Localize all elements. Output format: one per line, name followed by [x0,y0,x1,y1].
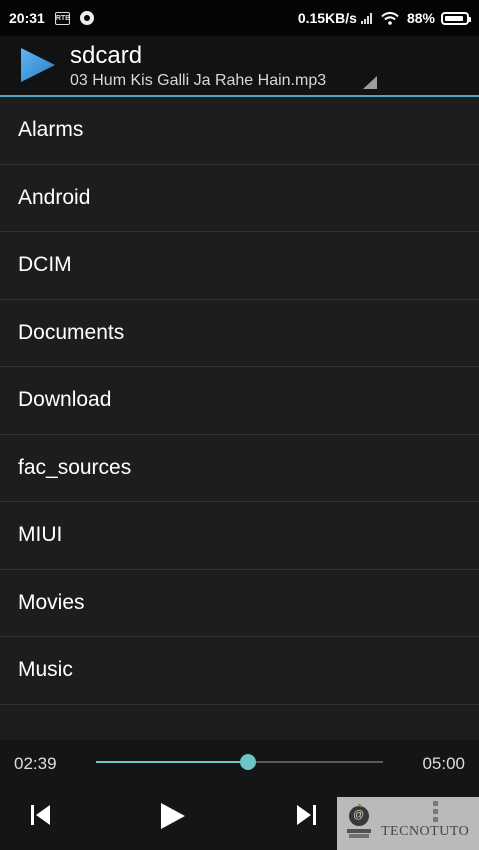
time-elapsed: 02:39 [14,754,57,773]
folder-item-fac-sources[interactable]: fac_sources [0,435,479,502]
battery-icon [441,11,471,25]
status-time: 20:31 [9,10,45,26]
folder-item-miui[interactable]: MIUI [0,502,479,570]
app-header: sdcard 03 Hum Kis Galli Ja Rahe Hain.mp3 [0,36,479,97]
folder-item-movies[interactable]: Movies [0,570,479,637]
battery-percent: 88% [406,10,435,26]
logo-at-sign: @ [353,809,365,821]
folder-item-documents[interactable]: Documents [0,300,479,367]
folder-item-dcim[interactable]: DCIM [0,232,479,300]
screen: 20:31 RTB 0.15KB/s 88% sdcard 03 Hum Kis… [0,0,479,850]
aperture-icon [79,11,94,25]
time-total: 05:00 [422,754,465,773]
play-icon[interactable] [160,802,186,830]
wifi-icon [381,11,399,25]
sim-icon: RTB [54,11,70,25]
now-playing-track[interactable]: 03 Hum Kis Galli Ja Rahe Hain.mp3 [70,72,326,90]
seek-thumb[interactable] [240,754,257,770]
dropdown-corner-icon[interactable] [363,76,377,89]
skip-next-icon[interactable] [296,804,316,826]
folder-title: sdcard [70,42,143,69]
status-bar: 20:31 RTB 0.15KB/s 88% [0,0,479,36]
folder-item-download[interactable]: Download [0,367,479,435]
seek-progress [96,761,249,763]
skip-previous-icon[interactable] [31,804,51,826]
folder-list: Alarms Android DCIM Documents Download f… [0,97,479,740]
status-left: 20:31 RTB [0,10,94,26]
overflow-menu-icon[interactable] [432,801,440,825]
signal-icon [360,12,373,24]
status-right: 0.15KB/s 88% [297,0,471,36]
net-speed: 0.15KB/s [297,10,357,26]
app-play-logo-icon[interactable] [20,47,56,83]
folder-item-android[interactable]: Android [0,165,479,232]
folder-item-alarms[interactable]: Alarms [0,97,479,165]
watermark-text: TECNOTUTO [381,824,470,839]
folder-item-music[interactable]: Music [0,637,479,705]
seek-bar[interactable] [96,754,383,770]
watermark: @ TECNOTUTO [337,797,479,850]
